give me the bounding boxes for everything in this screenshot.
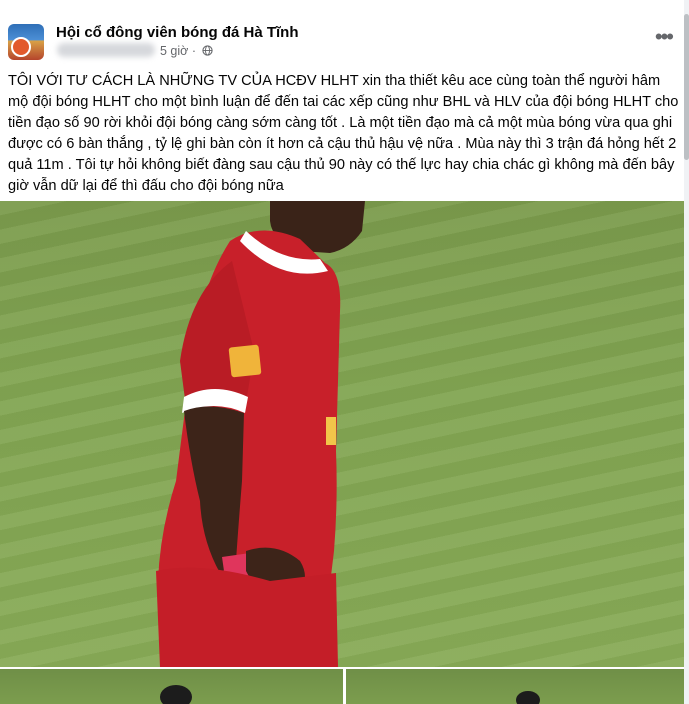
post-photo-row xyxy=(0,669,684,704)
post-text: TÔI VỚI TƯ CÁCH LÀ NHỮNG TV CỦA HCĐV HLH… xyxy=(8,73,683,194)
post-card: Hội cổ đông viên bóng đá Hà Tĩnh 5 giờ ·… xyxy=(0,0,685,704)
meta-separator: · xyxy=(191,44,197,58)
post-header: Hội cổ đông viên bóng đá Hà Tĩnh 5 giờ ·… xyxy=(0,0,684,66)
page-scrollbar[interactable] xyxy=(684,0,689,704)
post-photo-thumb[interactable] xyxy=(346,669,684,704)
globe-icon xyxy=(201,45,213,56)
thumb-player-figure xyxy=(516,691,540,704)
post-time[interactable]: 5 giờ xyxy=(160,44,188,58)
player-figure xyxy=(156,201,365,667)
post-photo-main[interactable] xyxy=(0,201,684,667)
scrollbar-thumb[interactable] xyxy=(684,14,689,160)
post-meta: 5 giờ · xyxy=(160,44,213,58)
post-photo-thumb[interactable] xyxy=(0,669,343,704)
group-name-link[interactable]: Hội cổ đông viên bóng đá Hà Tĩnh xyxy=(56,24,299,41)
group-avatar[interactable] xyxy=(8,24,44,60)
thumb-player-figure xyxy=(160,685,192,704)
author-name-blurred xyxy=(57,43,155,57)
more-options-icon[interactable]: ••• xyxy=(655,26,674,48)
avatar-emblem xyxy=(11,37,31,57)
